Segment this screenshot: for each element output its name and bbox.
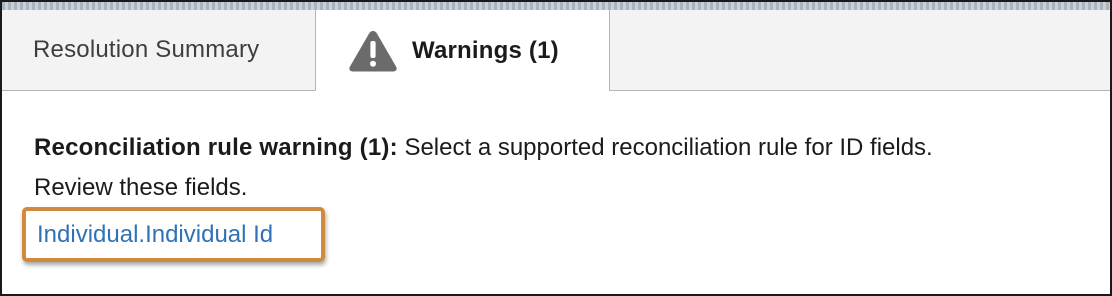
tab-resolution-summary[interactable]: Resolution Summary [2,10,316,90]
field-link-individual-id[interactable]: Individual.Individual Id [37,221,273,249]
tab-bar: Resolution Summary Warnings (1) [2,10,1110,91]
warning-heading: Reconciliation rule warning (1): [34,134,398,161]
tab-resolution-summary-label: Resolution Summary [33,36,260,63]
warning-text-line1: Select a supported reconciliation rule f… [397,134,933,161]
warning-triangle-icon [348,29,398,73]
warning-text-line2: Review these fields. [34,174,248,201]
tab-warnings[interactable]: Warnings (1) [316,10,610,91]
tab-warnings-label: Warnings (1) [412,36,559,64]
warning-message: Reconciliation rule warning (1): Select … [34,128,1094,208]
warnings-panel: Resolution Summary Warnings (1) Reconcil… [0,0,1112,296]
field-highlight-box: Individual.Individual Id [22,207,325,262]
warning-content: Reconciliation rule warning (1): Select … [34,128,1094,208]
top-border-strip [2,2,1110,10]
